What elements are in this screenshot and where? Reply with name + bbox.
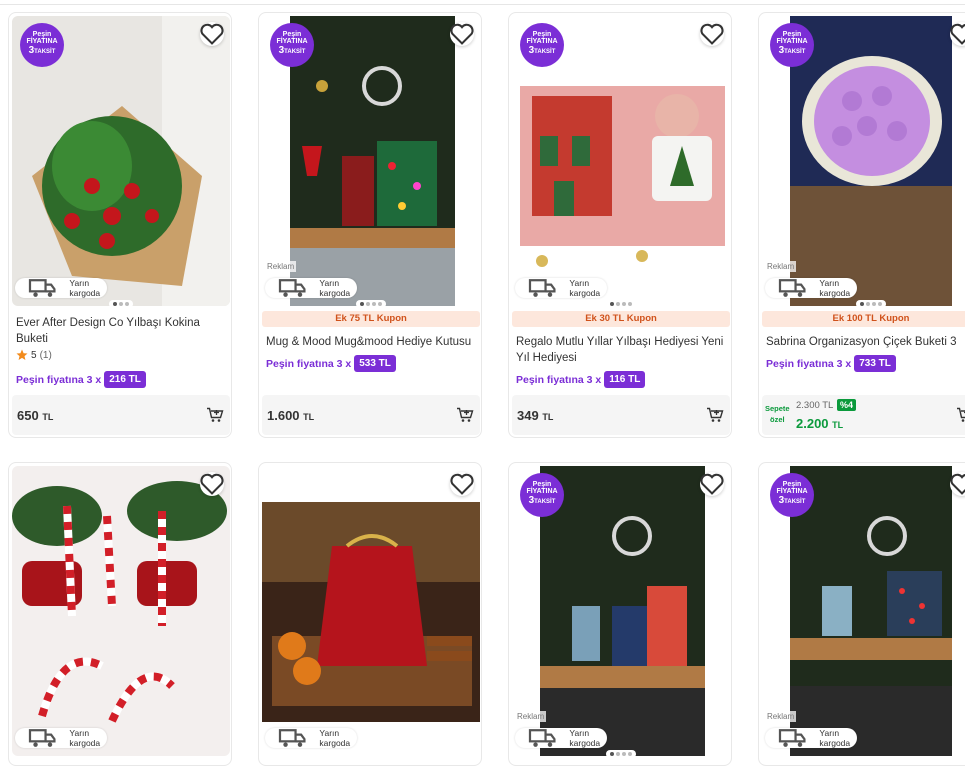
product-title[interactable]: Regalo Mutlu Yıllar Yılbaşı Hediyesi Yen…	[516, 334, 726, 366]
cargo-tag: Yarın kargoda	[15, 278, 108, 298]
coupon-banner: Ek 100 TL Kupon	[762, 311, 965, 327]
product-title[interactable]: Sabrina Organizasyon Çiçek Buketi 3	[766, 334, 965, 350]
price-bar: 349 TL	[512, 395, 730, 435]
cargo-tag: Yarın kargoda	[765, 728, 858, 748]
add-to-cart-icon[interactable]	[456, 407, 474, 428]
installment-badge: Peşin FİYATINA 3TAKSİT	[770, 23, 814, 67]
truck-icon	[28, 729, 56, 747]
add-to-cart-icon[interactable]	[206, 407, 224, 428]
favorite-heart-icon[interactable]	[700, 22, 724, 46]
add-to-cart-icon[interactable]	[706, 407, 724, 428]
product-title[interactable]: Mug & Mood Mug&mood Hediye Kutusu	[266, 334, 476, 350]
price-bar: Sepete özel 2.300 TL %4 2.200 TL	[762, 395, 965, 435]
installment-badge: Peşin FİYATINA 3TAKSİT	[520, 473, 564, 517]
installment-info: Peşin fiyatına 3 x 216 TL	[16, 371, 146, 388]
star-icon	[16, 349, 28, 360]
installment-info: Peşin fiyatına 3 x 116 TL	[516, 371, 646, 388]
truck-icon	[278, 279, 306, 297]
favorite-heart-icon[interactable]	[200, 22, 224, 46]
price: 1.600 TL	[267, 408, 315, 423]
discount-badge: %4	[837, 399, 857, 411]
cargo-tag: Yarın kargoda	[15, 728, 108, 748]
product-card[interactable]: Peşin FİYATINA 3TAKSİT Reklam Yarın kargod…	[258, 12, 482, 438]
product-card[interactable]: Peşin FİYATINA 3TAKSİT Reklam Yarın kargod…	[508, 462, 732, 766]
product-image[interactable]: Yarın kargoda	[262, 466, 480, 756]
product-title[interactable]: Ever After Design Co Yılbaşı Kokina Buke…	[16, 315, 226, 347]
price-bar: 650 TL	[12, 395, 230, 435]
price-bar: 1.600 TL	[262, 395, 480, 435]
product-image[interactable]: Peşin FİYATINA 3TAKSİT Reklam Yarın kargod…	[262, 16, 480, 306]
image-carousel-dots[interactable]	[856, 300, 886, 306]
rating: 5 (1)	[16, 349, 52, 361]
image-carousel-dots[interactable]	[606, 750, 636, 756]
coupon-banner: Ek 30 TL Kupon	[512, 311, 730, 327]
old-price: 2.300 TL	[796, 400, 834, 411]
product-image[interactable]: Yarın kargoda	[12, 466, 230, 756]
truck-icon	[778, 729, 806, 747]
basket-special-label: Sepete özel	[765, 404, 790, 424]
product-card[interactable]: Peşin FİYATINA 3TAKSİT Reklam Yarın kargod…	[758, 12, 965, 438]
product-image[interactable]: Peşin FİYATINA 3TAKSİT Yarın kargoda	[512, 16, 730, 306]
product-card[interactable]: Yarın kargoda	[8, 462, 232, 766]
favorite-heart-icon[interactable]	[950, 472, 965, 496]
truck-icon	[778, 279, 806, 297]
truck-icon	[278, 729, 306, 747]
product-image[interactable]: Peşin FİYATINA 3TAKSİT Reklam Yarın kargod…	[512, 466, 730, 756]
product-card[interactable]: Peşin FİYATINA 3TAKSİT Yarın kargoda Ever …	[8, 12, 232, 438]
coupon-banner: Ek 75 TL Kupon	[262, 311, 480, 327]
installment-info: Peşin fiyatına 3 x 733 TL	[766, 355, 896, 372]
cargo-tag: Yarın kargoda	[265, 278, 358, 298]
image-carousel-dots[interactable]	[606, 300, 636, 306]
image-carousel-dots[interactable]	[356, 300, 386, 306]
installment-badge: Peşin FİYATINA 3TAKSİT	[770, 473, 814, 517]
truck-icon	[528, 279, 556, 297]
favorite-heart-icon[interactable]	[450, 22, 474, 46]
add-to-cart-icon[interactable]	[956, 407, 965, 428]
installment-badge: Peşin FİYATINA 3TAKSİT	[520, 23, 564, 67]
installment-badge: Peşin FİYATINA 3TAKSİT	[20, 23, 64, 67]
ad-label: Reklam	[765, 711, 797, 722]
truck-icon	[28, 279, 56, 297]
cargo-tag: Yarın kargoda	[265, 728, 358, 748]
ad-label: Reklam	[765, 261, 797, 272]
ad-label: Reklam	[515, 711, 547, 722]
favorite-heart-icon[interactable]	[450, 472, 474, 496]
product-image[interactable]: Peşin FİYATINA 3TAKSİT Reklam Yarın kargod…	[762, 466, 965, 756]
favorite-heart-icon[interactable]	[200, 472, 224, 496]
product-image[interactable]: Peşin FİYATINA 3TAKSİT Reklam Yarın kargod…	[762, 16, 965, 306]
product-card[interactable]: Peşin FİYATINA 3TAKSİT Yarın kargoda Ek 30…	[508, 12, 732, 438]
ad-label: Reklam	[265, 261, 297, 272]
cargo-tag: Yarın kargoda	[515, 278, 608, 298]
top-divider	[0, 4, 965, 5]
installment-info: Peşin fiyatına 3 x 533 TL	[266, 355, 396, 372]
price: 2.200 TL	[796, 416, 844, 431]
truck-icon	[528, 729, 556, 747]
price: 650 TL	[17, 408, 54, 423]
price: 349 TL	[517, 408, 554, 423]
cargo-tag: Yarın kargoda	[515, 728, 608, 748]
product-card[interactable]: Yarın kargoda	[258, 462, 482, 766]
product-image[interactable]: Peşin FİYATINA 3TAKSİT Yarın kargoda	[12, 16, 230, 306]
installment-badge: Peşin FİYATINA 3TAKSİT	[270, 23, 314, 67]
image-carousel-dots[interactable]	[109, 300, 133, 306]
favorite-heart-icon[interactable]	[700, 472, 724, 496]
cargo-tag: Yarın kargoda	[765, 278, 858, 298]
product-card[interactable]: Peşin FİYATINA 3TAKSİT Reklam Yarın kargod…	[758, 462, 965, 766]
favorite-heart-icon[interactable]	[950, 22, 965, 46]
